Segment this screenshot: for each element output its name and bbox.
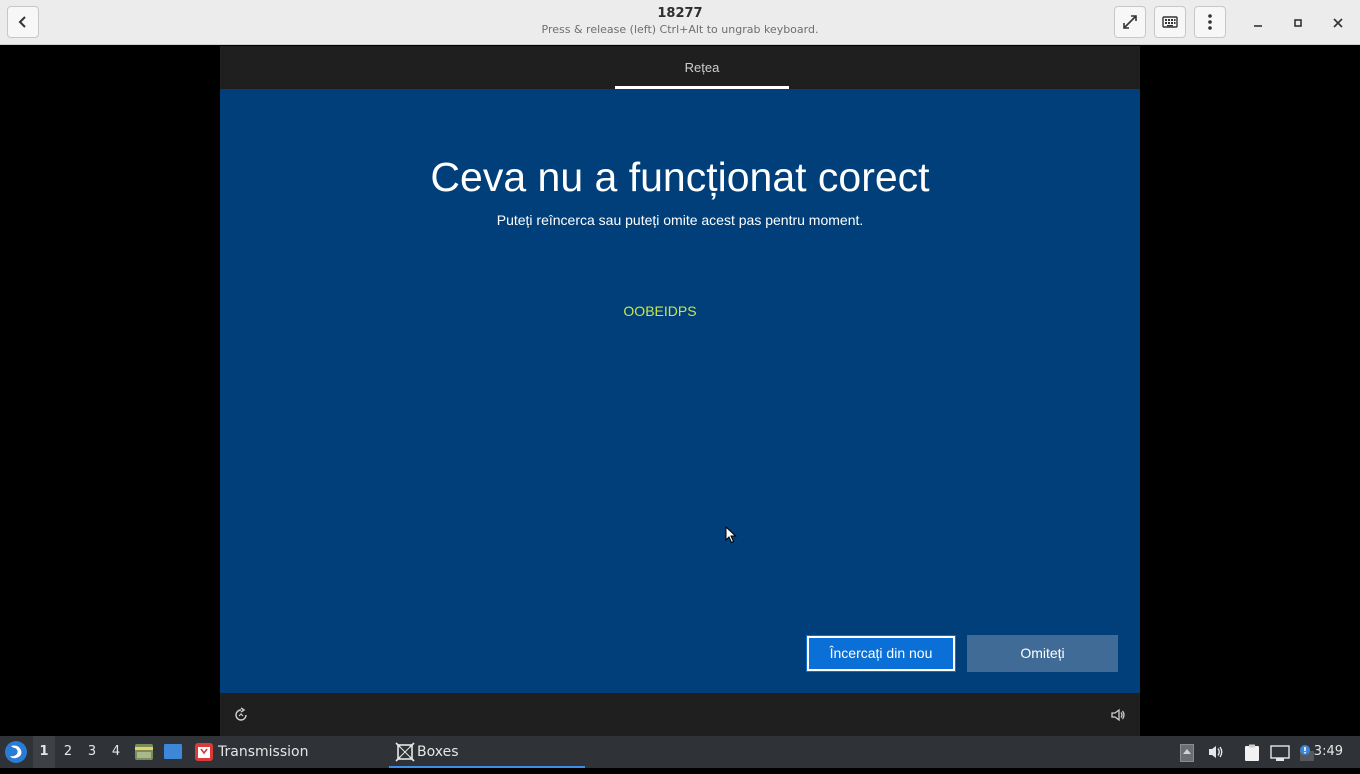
menu-button[interactable]	[1194, 6, 1226, 38]
keyboard-button[interactable]	[1154, 6, 1186, 38]
taskbar: 1 2 3 4 Transmission Boxes 3:49	[0, 736, 1360, 768]
window-title: 18277	[657, 6, 703, 21]
skip-button[interactable]: Omiteți	[967, 635, 1118, 672]
workspace-2[interactable]: 2	[57, 736, 79, 768]
workspace-4[interactable]: 4	[105, 736, 127, 768]
clipboard-icon[interactable]	[1243, 744, 1261, 766]
clock[interactable]: 3:49	[1314, 736, 1343, 768]
back-button[interactable]	[7, 6, 39, 38]
network-icon[interactable]	[1270, 744, 1290, 766]
error-title: Ceva nu a funcționat corect	[430, 154, 930, 200]
workspace-3[interactable]: 3	[81, 736, 103, 768]
kebab-menu-icon	[1208, 14, 1212, 30]
close-icon	[1333, 13, 1343, 32]
maximize-icon	[1293, 13, 1303, 32]
error-subtitle: Puteți reîncerca sau puteți omite acest …	[496, 212, 864, 228]
oobe-content: Ceva nu a funcționat corect Puteți reînc…	[220, 89, 1140, 693]
fullscreen-icon	[1122, 14, 1138, 30]
fullscreen-button[interactable]	[1114, 6, 1146, 38]
file-manager-icon[interactable]	[134, 743, 154, 765]
error-code: OOBEIDPS	[623, 303, 697, 319]
boxes-header-bar: 18277 Press & release (left) Ctrl+Alt to…	[0, 0, 1360, 45]
window-subtitle: Press & release (left) Ctrl+Alt to ungra…	[541, 23, 819, 36]
minimize-icon	[1253, 13, 1263, 32]
close-button[interactable]	[1327, 11, 1349, 33]
ease-of-access-icon[interactable]	[233, 707, 249, 727]
maximize-button[interactable]	[1287, 11, 1309, 33]
show-desktop-icon[interactable]	[163, 743, 183, 765]
workspace-1[interactable]: 1	[33, 736, 55, 768]
boxes-icon	[395, 742, 415, 774]
keyboard-icon	[1162, 15, 1178, 29]
transmission-icon	[194, 742, 214, 774]
taskbar-item-label: Boxes	[417, 744, 459, 760]
minimize-button[interactable]	[1247, 11, 1269, 33]
back-arrow-icon	[16, 15, 30, 29]
taskbar-item-boxes[interactable]: Boxes	[389, 736, 585, 768]
vm-display[interactable]: Rețea Ceva nu a funcționat corect Puteți…	[220, 46, 1140, 736]
taskbar-item-label: Transmission	[218, 744, 309, 760]
retry-button[interactable]: Încercați din nou	[806, 635, 956, 672]
tab-network: Rețea	[684, 60, 720, 75]
taskbar-item-transmission[interactable]: Transmission	[194, 736, 374, 768]
mouse-pointer-icon	[725, 525, 737, 548]
volume-tray-icon[interactable]	[1207, 744, 1225, 764]
volume-icon[interactable]	[1110, 707, 1126, 727]
oobe-top-bar: Rețea	[220, 46, 1140, 89]
oobe-bottom-bar	[220, 693, 1140, 736]
tray-expand-icon[interactable]	[1180, 744, 1194, 766]
start-menu-icon[interactable]	[4, 740, 28, 764]
